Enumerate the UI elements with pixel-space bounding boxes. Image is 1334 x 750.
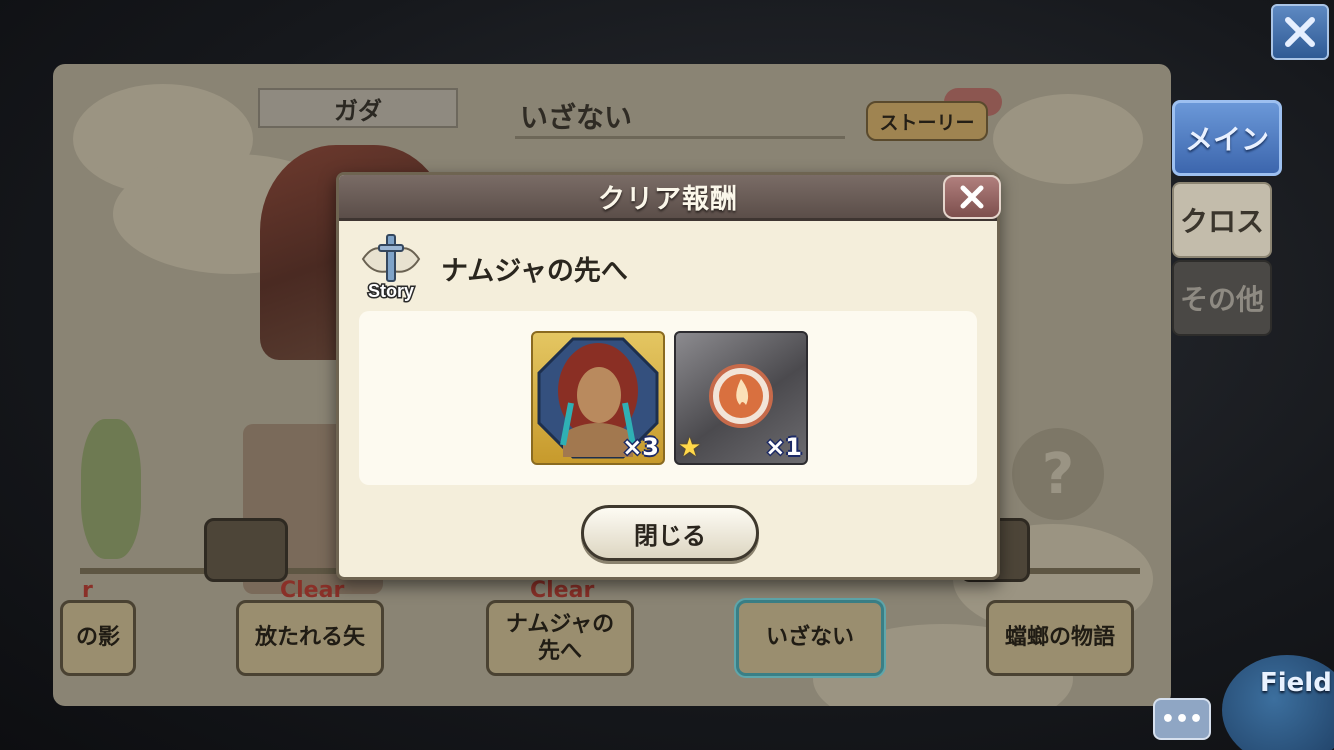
divider bbox=[515, 136, 845, 139]
quest-node-label: いざない bbox=[765, 625, 854, 651]
tab-other[interactable]: その他 bbox=[1172, 260, 1272, 336]
cloud-decoration bbox=[993, 94, 1143, 184]
story-button-label: ストーリー bbox=[879, 111, 975, 134]
star-icon: ★ bbox=[678, 433, 702, 463]
tab-cross[interactable]: クロス bbox=[1172, 182, 1272, 258]
treasure-chest-icon[interactable] bbox=[204, 518, 288, 582]
quest-node[interactable]: 蟷螂の物語 bbox=[986, 600, 1134, 676]
character-name: ガダ bbox=[334, 96, 382, 125]
close-icon bbox=[960, 185, 984, 209]
tab-main-label: メイン bbox=[1184, 123, 1269, 156]
quest-node[interactable]: 放たれる矢 bbox=[236, 600, 384, 676]
quest-node-label: の影 bbox=[75, 625, 120, 651]
quest-node-label: 放たれる矢 bbox=[254, 625, 365, 651]
quest-node[interactable]: の影 bbox=[60, 600, 136, 676]
tab-cross-label: クロス bbox=[1179, 205, 1264, 238]
clear-reward-dialog: クリア報酬 Story ナムジャの先へ ×3 ★ ×1 閉じる bbox=[336, 172, 1001, 580]
story-badge-text: Story bbox=[368, 281, 414, 301]
quest-node-label: 蟷螂の物語 bbox=[1004, 625, 1115, 651]
tab-main[interactable]: メイン bbox=[1172, 100, 1282, 176]
reward-item-crystal[interactable]: ★ ×1 bbox=[674, 331, 808, 465]
tree-decoration bbox=[81, 419, 141, 559]
tab-other-label: その他 bbox=[1179, 283, 1264, 316]
help-mark: ? bbox=[1041, 441, 1075, 507]
close-dialog-label: 閉じる bbox=[634, 521, 706, 550]
reward-item-hero[interactable]: ×3 bbox=[531, 331, 665, 465]
quest-node-current[interactable]: いざない bbox=[736, 600, 884, 676]
reward-quest-name: ナムジャの先へ bbox=[441, 256, 628, 287]
character-name-plate: ガダ bbox=[258, 88, 458, 128]
close-screen-button[interactable] bbox=[1271, 4, 1329, 60]
quest-title: いざない bbox=[520, 101, 633, 134]
close-dialog-button[interactable]: 閉じる bbox=[581, 505, 759, 561]
close-icon bbox=[1285, 17, 1315, 47]
reward-panel: ×3 ★ ×1 bbox=[359, 311, 977, 485]
quest-node[interactable]: ナムジャの 先へ bbox=[486, 600, 634, 676]
reward-count: ×1 bbox=[765, 433, 802, 461]
dialog-close-button[interactable] bbox=[943, 175, 1001, 219]
help-icon[interactable]: ? bbox=[1012, 428, 1104, 520]
quest-node-label: ナムジャの 先へ bbox=[505, 611, 615, 665]
field-label: Field bbox=[1260, 668, 1332, 698]
dialog-title: クリア報酬 bbox=[598, 184, 738, 215]
chat-button[interactable]: ••• bbox=[1153, 698, 1211, 740]
dialog-header: クリア報酬 bbox=[339, 175, 997, 221]
reward-count: ×3 bbox=[622, 433, 659, 461]
chat-icon: ••• bbox=[1160, 706, 1204, 732]
story-sword-icon: Story bbox=[361, 234, 421, 303]
story-button[interactable]: ストーリー bbox=[866, 101, 988, 141]
